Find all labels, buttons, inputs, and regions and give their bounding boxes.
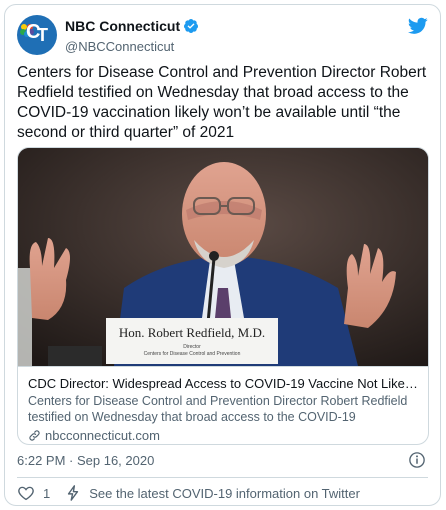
like-count[interactable]: 1 xyxy=(43,486,50,501)
tweet-timestamp[interactable]: 6:22 PM · Sep 16, 2020 xyxy=(17,453,154,468)
card-domain[interactable]: nbcconnecticut.com xyxy=(45,428,160,443)
display-name[interactable]: NBC Connecticut xyxy=(65,18,180,34)
tweet-footer: 1 See the latest COVID-19 information on… xyxy=(17,483,360,503)
card-meta[interactable]: CDC Director: Widespread Access to COVID… xyxy=(18,366,428,444)
footer-divider xyxy=(17,477,428,478)
tweet-embed: C T NBC Connecticut @NBCConnecticut Cent… xyxy=(4,4,441,506)
covid-info-link[interactable]: See the latest COVID-19 information on T… xyxy=(89,486,360,501)
info-icon[interactable] xyxy=(408,451,426,469)
nameplate-name: Hon. Robert Redfield, M.D. xyxy=(119,325,265,340)
lightning-bolt-icon xyxy=(68,485,79,501)
account-names: NBC Connecticut @NBCConnecticut xyxy=(65,18,199,54)
tweet-header: C T NBC Connecticut @NBCConnecticut xyxy=(17,15,428,59)
nameplate-title: Director xyxy=(183,344,201,350)
link-card[interactable]: Hon. Robert Redfield, M.D. Director Cent… xyxy=(17,147,429,445)
display-name-row[interactable]: NBC Connecticut xyxy=(65,18,199,34)
card-photo: Hon. Robert Redfield, M.D. Director Cent… xyxy=(18,148,428,366)
twitter-bird-icon[interactable] xyxy=(408,17,428,35)
verified-badge-icon xyxy=(184,19,199,33)
heart-icon[interactable] xyxy=(17,484,35,502)
link-icon xyxy=(29,430,40,441)
card-image[interactable]: Hon. Robert Redfield, M.D. Director Cent… xyxy=(18,148,428,366)
avatar[interactable]: C T xyxy=(17,15,57,55)
nameplate-agency: Centers for Disease Control and Preventi… xyxy=(144,351,241,357)
card-description: Centers for Disease Control and Preventi… xyxy=(28,394,408,424)
tweet-text: Centers for Disease Control and Preventi… xyxy=(17,64,427,141)
avatar-letter-t: T xyxy=(37,25,48,45)
card-title[interactable]: CDC Director: Widespread Access to COVID… xyxy=(28,375,420,392)
card-domain-row[interactable]: nbcconnecticut.com xyxy=(28,428,420,443)
account-handle[interactable]: @NBCConnecticut xyxy=(65,39,199,54)
